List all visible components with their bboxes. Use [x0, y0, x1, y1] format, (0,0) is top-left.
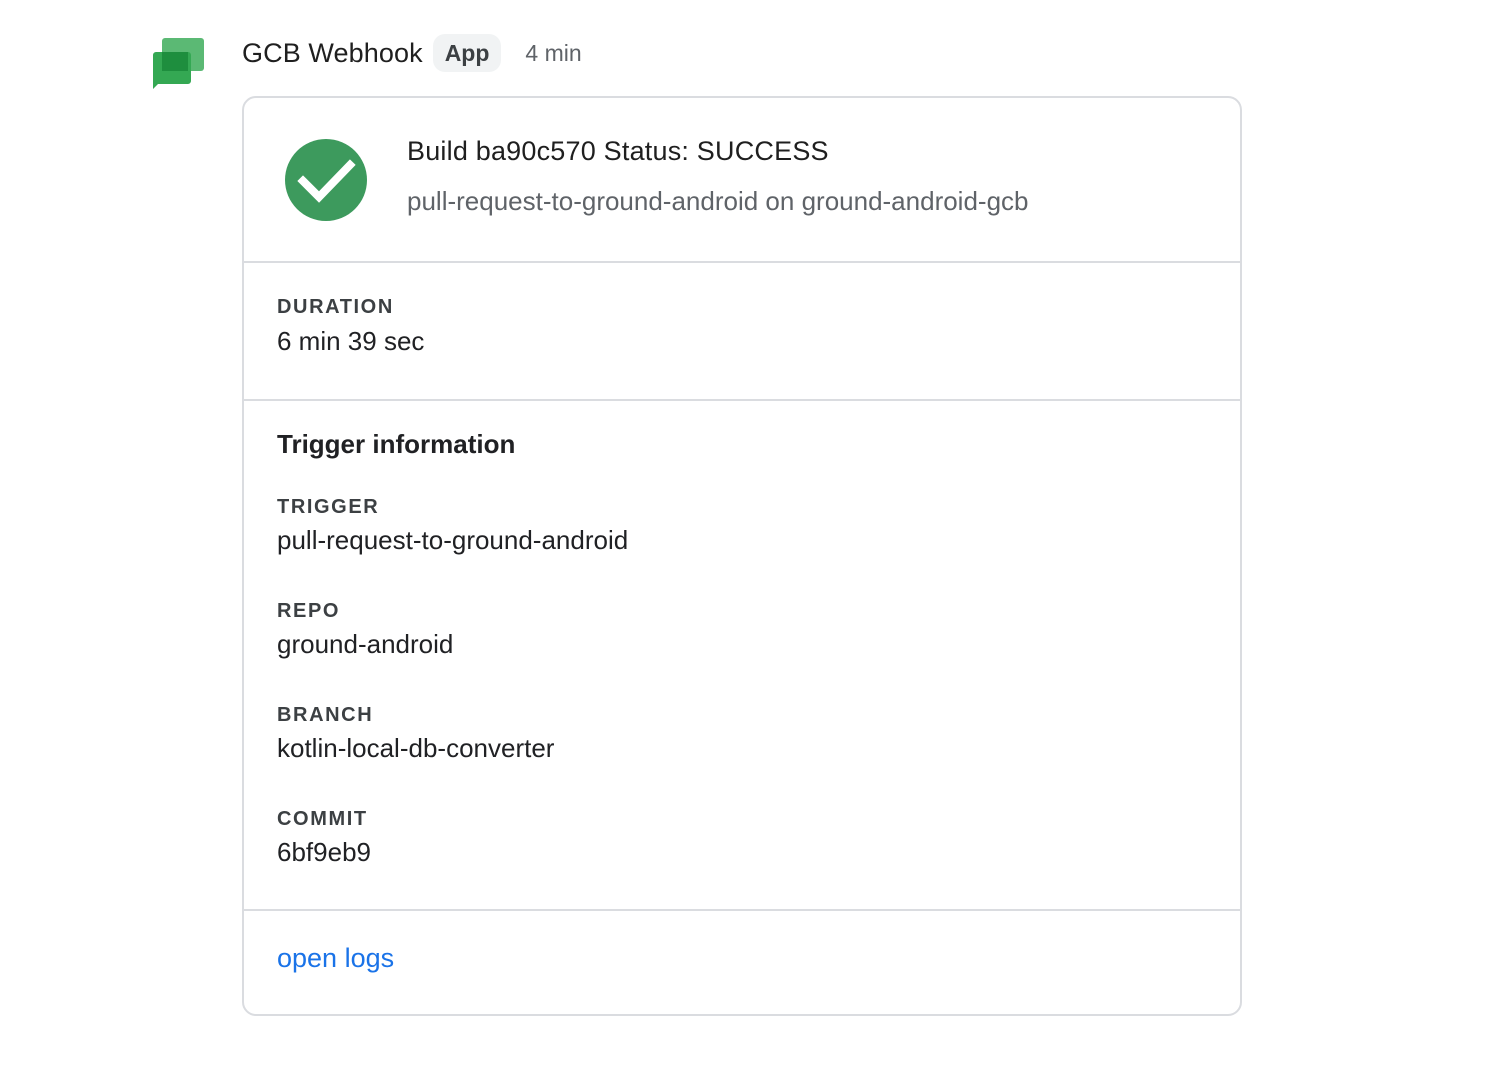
card-subtitle: pull-request-to-ground-android on ground… — [407, 186, 1029, 216]
trigger-value: pull-request-to-ground-android — [277, 525, 629, 555]
trigger-label: TRIGGER — [277, 496, 380, 518]
repo-label: REPO — [277, 600, 341, 622]
duration-section: DURATION 6 min 39 sec — [244, 263, 1240, 401]
check-circle-icon — [285, 139, 367, 221]
message-header: GCB Webhook App 4 min — [242, 32, 582, 74]
duration-value: 6 min 39 sec — [277, 326, 425, 356]
open-logs-link[interactable]: open logs — [277, 943, 394, 974]
card-actions: open logs — [244, 911, 1240, 1014]
section-heading: Trigger information — [277, 429, 516, 459]
repo-value: ground-android — [277, 629, 454, 659]
card-title: Build ba90c570 Status: SUCCESS — [407, 136, 829, 166]
commit-value: 6bf9eb9 — [277, 837, 371, 867]
build-status-card: Build ba90c570 Status: SUCCESS pull-requ… — [242, 96, 1242, 1016]
duration-label: DURATION — [277, 296, 394, 318]
app-badge: App — [432, 34, 502, 72]
trigger-information-section: Trigger information TRIGGER pull-request… — [244, 401, 1240, 911]
sender-name[interactable]: GCB Webhook — [242, 38, 423, 69]
card-header: Build ba90c570 Status: SUCCESS pull-requ… — [244, 98, 1240, 263]
chat-message: GCB Webhook App 4 min Build ba90c570 Sta… — [0, 0, 1502, 1066]
branch-value: kotlin-local-db-converter — [277, 733, 555, 763]
branch-label: BRANCH — [277, 704, 374, 726]
commit-label: COMMIT — [277, 808, 368, 830]
message-timestamp: 4 min — [525, 39, 582, 66]
google-chat-icon[interactable] — [150, 36, 206, 92]
